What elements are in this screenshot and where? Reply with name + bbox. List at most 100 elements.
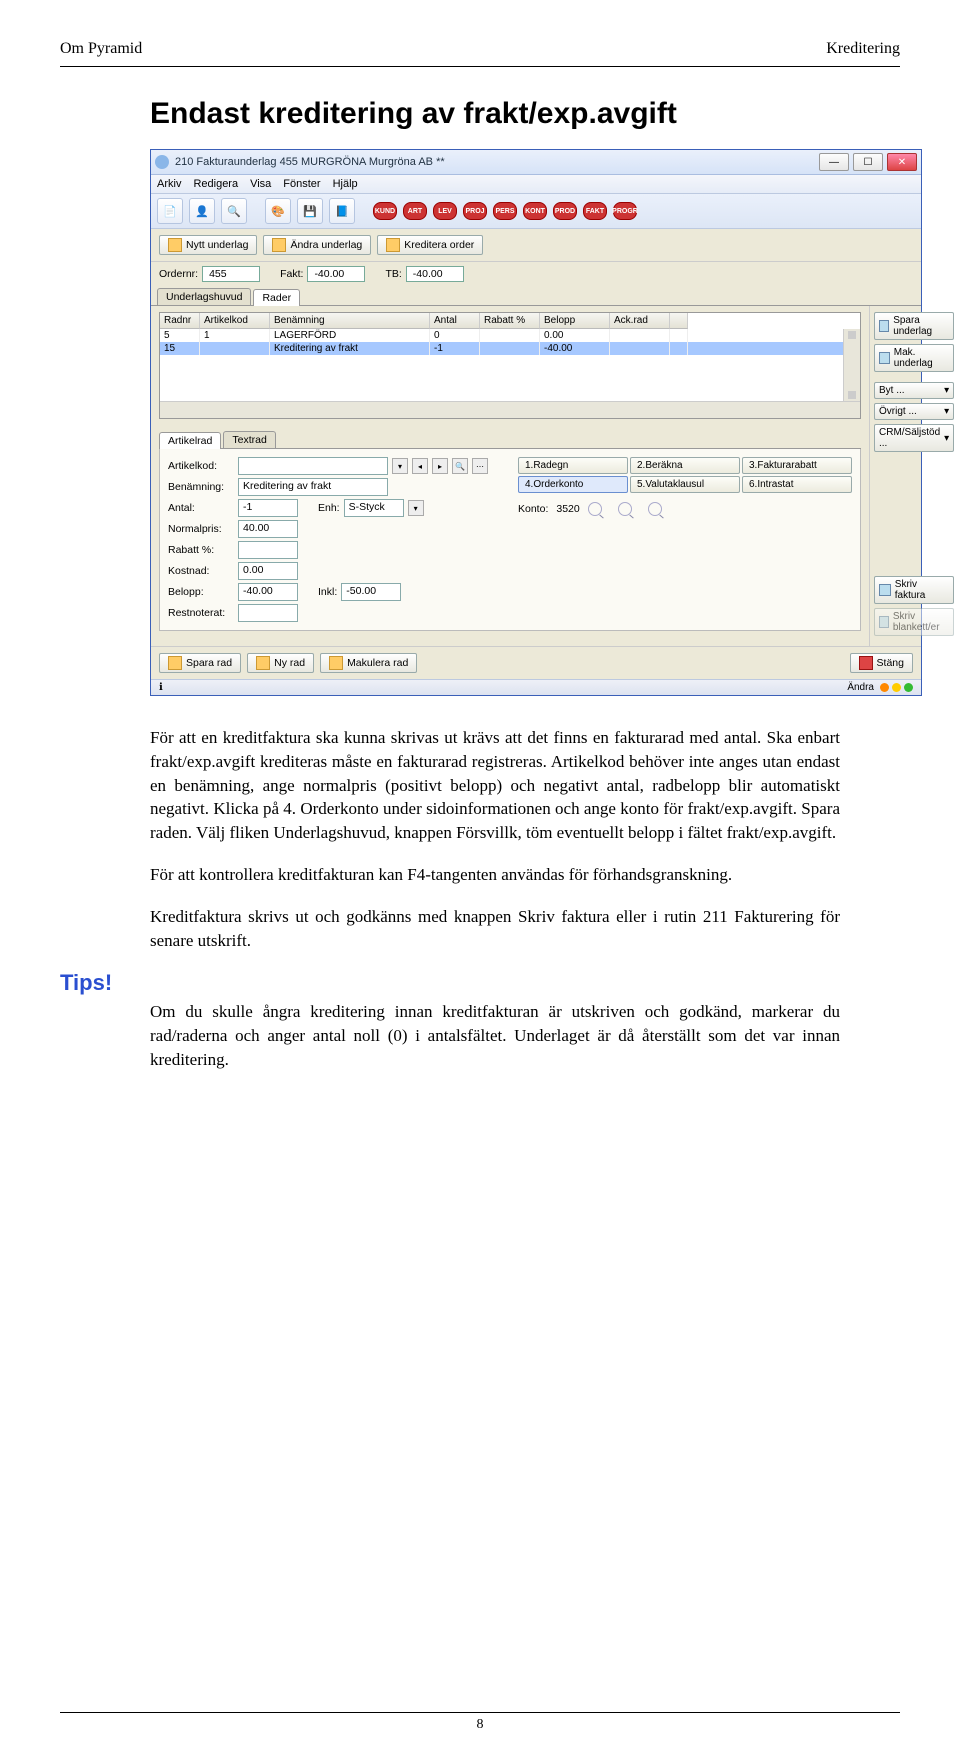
edit-icon xyxy=(272,238,286,252)
maximize-button[interactable]: ☐ xyxy=(853,153,883,171)
status-text: Ändra xyxy=(847,682,874,693)
link-fakturarabatt[interactable]: 3.Fakturarabatt xyxy=(742,457,852,474)
save-row-button[interactable]: Spara rad xyxy=(159,653,241,673)
konto-input[interactable]: 3520 xyxy=(556,503,579,515)
link-berakna[interactable]: 2.Beräkna xyxy=(630,457,740,474)
quick-tag[interactable]: PERS xyxy=(493,202,517,220)
quick-tag[interactable]: PROGR xyxy=(613,202,637,220)
header-rule xyxy=(60,66,900,67)
page-number: 8 xyxy=(477,1717,484,1732)
statusbar: ℹ Ändra xyxy=(151,679,921,695)
del-underlag-button[interactable]: Mak. underlag xyxy=(874,344,954,372)
new-underlag-button[interactable]: Nytt underlag xyxy=(159,235,257,255)
enh-label: Enh: xyxy=(318,502,340,514)
quick-tag[interactable]: PROJ xyxy=(463,202,487,220)
save-underlag-button[interactable]: Spara underlag xyxy=(874,312,954,340)
next-icon[interactable]: ▸ xyxy=(432,458,448,474)
tab-artikelrad[interactable]: Artikelrad xyxy=(159,432,221,449)
browse-icon[interactable]: ⋯ xyxy=(472,458,488,474)
chevron-down-icon: ▾ xyxy=(944,406,949,417)
menu-visa[interactable]: Visa xyxy=(250,178,271,190)
toolbar-icon[interactable]: 👤 xyxy=(189,198,215,224)
credit-icon xyxy=(386,238,400,252)
col-rabatt[interactable]: Rabatt % xyxy=(480,313,540,329)
col-benamning[interactable]: Benämning xyxy=(270,313,430,329)
quick-tag[interactable]: PROD xyxy=(553,202,577,220)
app-window: 210 Fakturaunderlag 455 MURGRÖNA Murgrön… xyxy=(150,149,922,696)
col-antal[interactable]: Antal xyxy=(430,313,480,329)
inkl-input[interactable]: -50.00 xyxy=(341,583,401,601)
tab-rader[interactable]: Rader xyxy=(253,289,300,306)
toolbar-icon[interactable]: 📄 xyxy=(157,198,183,224)
toolbar-icon[interactable]: 🔍 xyxy=(221,198,247,224)
ordernr-label: Ordernr: xyxy=(159,268,198,280)
dropdown-icon[interactable]: ▾ xyxy=(392,458,408,474)
belopp-input[interactable]: -40.00 xyxy=(238,583,298,601)
byt-button[interactable]: Byt ...▾ xyxy=(874,382,954,399)
benamning-input[interactable]: Kreditering av frakt xyxy=(238,478,388,496)
tab-textrad[interactable]: Textrad xyxy=(223,431,275,448)
link-radegn[interactable]: 1.Radegn xyxy=(518,457,628,474)
minimize-button[interactable]: — xyxy=(819,153,849,171)
window-title: 210 Fakturaunderlag 455 MURGRÖNA Murgrön… xyxy=(175,156,819,168)
ovrigt-button[interactable]: Övrigt ...▾ xyxy=(874,403,954,420)
close-button[interactable]: ✕ xyxy=(887,153,917,171)
normalpris-input[interactable]: 40.00 xyxy=(238,520,298,538)
dropdown-icon[interactable]: ▾ xyxy=(408,500,424,516)
quick-tag[interactable]: KUND xyxy=(373,202,397,220)
del-row-button[interactable]: Makulera rad xyxy=(320,653,417,673)
new-row-button[interactable]: Ny rad xyxy=(247,653,314,673)
restnoterat-input[interactable] xyxy=(238,604,298,622)
table-row[interactable]: 15 Kreditering av frakt -1 -40.00 xyxy=(160,342,860,355)
search-icon[interactable] xyxy=(588,502,602,516)
belopp-label: Belopp: xyxy=(168,586,234,598)
toolbar-icon[interactable]: 🎨 xyxy=(265,198,291,224)
skriv-blankett-button: Skriv blankett/er xyxy=(874,608,954,636)
search-icon[interactable] xyxy=(618,502,632,516)
toolbar-icon[interactable]: 💾 xyxy=(297,198,323,224)
quick-tag[interactable]: FAKT xyxy=(583,202,607,220)
kostnad-label: Kostnad: xyxy=(168,565,234,577)
prev-icon[interactable]: ◂ xyxy=(412,458,428,474)
menu-hjalp[interactable]: Hjälp xyxy=(333,178,358,190)
close-button-bottom[interactable]: Stäng xyxy=(850,653,913,673)
skriv-faktura-button[interactable]: Skriv faktura xyxy=(874,576,954,604)
save-icon xyxy=(168,656,182,670)
tb-label: TB: xyxy=(385,268,401,280)
save-icon xyxy=(879,320,889,332)
antal-input[interactable]: -1 xyxy=(238,499,298,517)
credit-order-button[interactable]: Kreditera order xyxy=(377,235,483,255)
table-row[interactable]: 5 1 LAGERFÖRD 0 0.00 xyxy=(160,329,860,342)
tab-underlagshuvud[interactable]: Underlagshuvud xyxy=(157,288,251,305)
titlebar: 210 Fakturaunderlag 455 MURGRÖNA Murgrön… xyxy=(151,150,921,175)
col-radnr[interactable]: Radnr xyxy=(160,313,200,329)
col-artikelkod[interactable]: Artikelkod xyxy=(200,313,270,329)
toolbar-icon[interactable]: 📘 xyxy=(329,198,355,224)
menu-fonster[interactable]: Fönster xyxy=(283,178,320,190)
enh-select[interactable]: S-Styck xyxy=(344,499,404,517)
col-belopp[interactable]: Belopp xyxy=(540,313,610,329)
rabatt-input[interactable] xyxy=(238,541,298,559)
quick-tag[interactable]: KONT xyxy=(523,202,547,220)
link-intrastat[interactable]: 6.Intrastat xyxy=(742,476,852,493)
star-icon xyxy=(256,656,270,670)
search-icon[interactable]: 🔍 xyxy=(452,458,468,474)
kostnad-input[interactable]: 0.00 xyxy=(238,562,298,580)
quick-tag[interactable]: LEV xyxy=(433,202,457,220)
normalpris-label: Normalpris: xyxy=(168,523,234,535)
crm-button[interactable]: CRM/Säljstöd ...▾ xyxy=(874,424,954,452)
link-orderkonto[interactable]: 4.Orderkonto xyxy=(518,476,628,493)
konto-label: Konto: xyxy=(518,503,548,515)
menubar: Arkiv Redigera Visa Fönster Hjälp xyxy=(151,175,921,194)
close-icon xyxy=(859,656,873,670)
artikelkod-input[interactable] xyxy=(238,457,388,475)
menu-redigera[interactable]: Redigera xyxy=(193,178,238,190)
search-icon[interactable] xyxy=(648,502,662,516)
quick-tag[interactable]: ART xyxy=(403,202,427,220)
link-valutaklausul[interactable]: 5.Valutaklausul xyxy=(630,476,740,493)
col-ackrad[interactable]: Ack.rad xyxy=(610,313,670,329)
grid-scrollbar[interactable] xyxy=(843,329,860,401)
edit-underlag-button[interactable]: Ändra underlag xyxy=(263,235,371,255)
menu-arkiv[interactable]: Arkiv xyxy=(157,178,181,190)
status-dot xyxy=(880,683,889,692)
